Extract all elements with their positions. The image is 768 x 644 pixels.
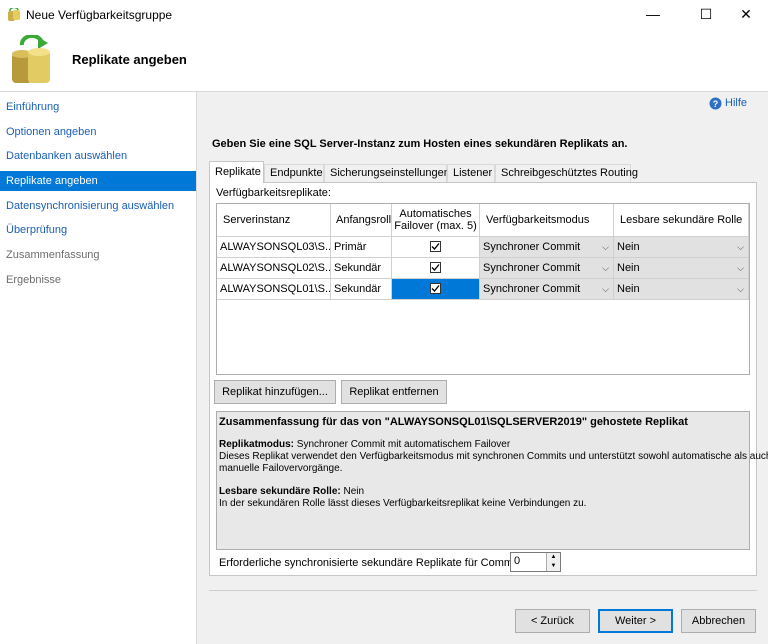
summary-readable-line: Lesbare sekundäre Rolle: Nein: [219, 486, 364, 498]
column-header-mode[interactable]: Verfügbarkeitsmodus: [480, 204, 614, 237]
cancel-button[interactable]: Abbrechen: [681, 609, 756, 633]
summary-mode-desc-1: Dieses Replikat verwendet den Verfügbark…: [219, 451, 768, 462]
chevron-down-icon: ⌵: [737, 263, 744, 273]
tab-schreibgeschuetztes-routing[interactable]: Schreibgeschütztes Routing: [495, 164, 638, 182]
row1-failover-cell[interactable]: [392, 237, 480, 258]
next-button[interactable]: Weiter >: [598, 609, 673, 633]
chevron-down-icon: ⌵: [602, 242, 609, 252]
nav-item-datenbanken[interactable]: Datenbanken auswählen: [0, 146, 196, 166]
row1-readable-combo[interactable]: Nein ⌵: [614, 237, 749, 258]
tab-listener[interactable]: Listener: [447, 164, 495, 182]
chevron-down-icon: ⌵: [602, 284, 609, 294]
nav-item-zusammenfassung: Zusammenfassung: [6, 249, 100, 261]
remove-replica-button[interactable]: Replikat entfernen: [341, 380, 447, 404]
row3-role[interactable]: Sekundär: [331, 279, 392, 300]
column-header-readable[interactable]: Lesbare sekundäre Rolle: [614, 204, 749, 237]
add-replica-button[interactable]: Replikat hinzufügen...: [214, 380, 336, 404]
row1-failover-checkbox[interactable]: [430, 241, 441, 252]
column-header-role[interactable]: Anfangsroll: [331, 204, 392, 237]
minimize-button[interactable]: —: [630, 0, 676, 30]
checkmark-icon: [431, 243, 440, 250]
row2-server[interactable]: ALWAYSONSQL02\S...: [217, 258, 331, 279]
row3-failover-cell[interactable]: [392, 279, 480, 300]
nav-item-einfuehrung[interactable]: Einführung: [0, 97, 196, 117]
row2-failover-checkbox[interactable]: [430, 262, 441, 273]
column-header-failover-line2: Failover (max. 5): [394, 220, 477, 232]
window-title: Neue Verfügbarkeitsgruppe: [26, 8, 173, 22]
database-replica-icon: [12, 35, 50, 83]
row3-readable: Nein: [617, 283, 640, 295]
row3-server[interactable]: ALWAYSONSQL01\S...: [217, 279, 331, 300]
row2-mode: Synchroner Commit: [483, 262, 581, 274]
spin-up-icon[interactable]: ▲: [546, 553, 560, 562]
row1-mode: Synchroner Commit: [483, 241, 581, 253]
summary-mode-value: Synchroner Commit mit automatischem Fail…: [294, 439, 511, 450]
replica-summary-panel: [216, 411, 750, 550]
instruction-text: Geben Sie eine SQL Server-Instanz zum Ho…: [212, 138, 628, 150]
back-button[interactable]: < Zurück: [515, 609, 590, 633]
row2-readable-combo[interactable]: Nein ⌵: [614, 258, 749, 279]
row3-failover-checkbox[interactable]: [430, 283, 441, 294]
row3-mode-combo[interactable]: Synchroner Commit ⌵: [480, 279, 614, 300]
row3-readable-combo[interactable]: Nein ⌵: [614, 279, 749, 300]
nav-item-datensynchronisierung[interactable]: Datensynchronisierung auswählen: [0, 196, 196, 216]
help-icon[interactable]: ?: [709, 97, 722, 110]
page-title: Replikate angeben: [72, 52, 187, 67]
summary-readable-label: Lesbare sekundäre Rolle:: [219, 486, 341, 497]
chevron-down-icon: ⌵: [737, 284, 744, 294]
row2-role[interactable]: Sekundär: [331, 258, 392, 279]
nav-item-ueberpruefung[interactable]: Überprüfung: [0, 220, 196, 240]
replicas-group-label: Verfügbarkeitsreplikate:: [216, 187, 331, 199]
nav-item-optionen[interactable]: Optionen angeben: [0, 122, 196, 142]
footer-divider: [209, 590, 757, 591]
column-header-failover[interactable]: Automatisches Failover (max. 5): [392, 204, 480, 237]
help-link[interactable]: Hilfe: [725, 97, 747, 109]
title-bar: Neue Verfügbarkeitsgruppe — ☐ ✕: [0, 0, 768, 30]
row1-server[interactable]: ALWAYSONSQL03\S...: [217, 237, 331, 258]
tab-replikate[interactable]: Replikate: [209, 161, 264, 183]
row1-mode-combo[interactable]: Synchroner Commit ⌵: [480, 237, 614, 258]
nav-item-replikate[interactable]: Replikate angeben: [0, 171, 196, 191]
close-button[interactable]: ✕: [723, 0, 768, 30]
row2-failover-cell[interactable]: [392, 258, 480, 279]
commit-label: Erforderliche synchronisierte sekundäre …: [219, 557, 519, 569]
tab-endpunkte[interactable]: Endpunkte: [264, 164, 324, 182]
summary-mode-line: Replikatmodus: Synchroner Commit mit aut…: [219, 439, 510, 451]
summary-title: Zusammenfassung für das von "ALWAYSONSQL…: [219, 416, 688, 428]
summary-mode-label: Replikatmodus:: [219, 439, 295, 450]
nav-item-ergebnisse: Ergebnisse: [6, 274, 62, 286]
chevron-down-icon: ⌵: [602, 263, 609, 273]
row3-mode: Synchroner Commit: [483, 283, 581, 295]
summary-mode-desc-2: manuelle Failovervorgänge.: [219, 463, 343, 474]
column-header-server[interactable]: Serverinstanz: [217, 204, 331, 237]
commit-spinner[interactable]: 0 ▲ ▼: [510, 552, 561, 572]
row1-readable: Nein: [617, 241, 640, 253]
row2-readable: Nein: [617, 262, 640, 274]
row2-mode-combo[interactable]: Synchroner Commit ⌵: [480, 258, 614, 279]
summary-readable-desc: In der sekundären Rolle lässt dieses Ver…: [219, 498, 587, 509]
commit-value[interactable]: 0: [514, 555, 520, 567]
summary-readable-value: Nein: [340, 486, 365, 497]
column-header-failover-line1: Automatisches: [399, 208, 472, 220]
svg-text:?: ?: [713, 99, 719, 109]
tab-sicherungseinstellungen[interactable]: Sicherungseinstellungen: [324, 164, 450, 182]
wizard-header: Replikate angeben: [0, 30, 768, 92]
checkmark-icon: [431, 264, 440, 271]
row1-role[interactable]: Primär: [331, 237, 392, 258]
chevron-down-icon: ⌵: [737, 242, 744, 252]
availability-group-icon: [8, 8, 20, 21]
checkmark-icon: [431, 285, 440, 292]
spin-down-icon[interactable]: ▼: [546, 562, 560, 571]
